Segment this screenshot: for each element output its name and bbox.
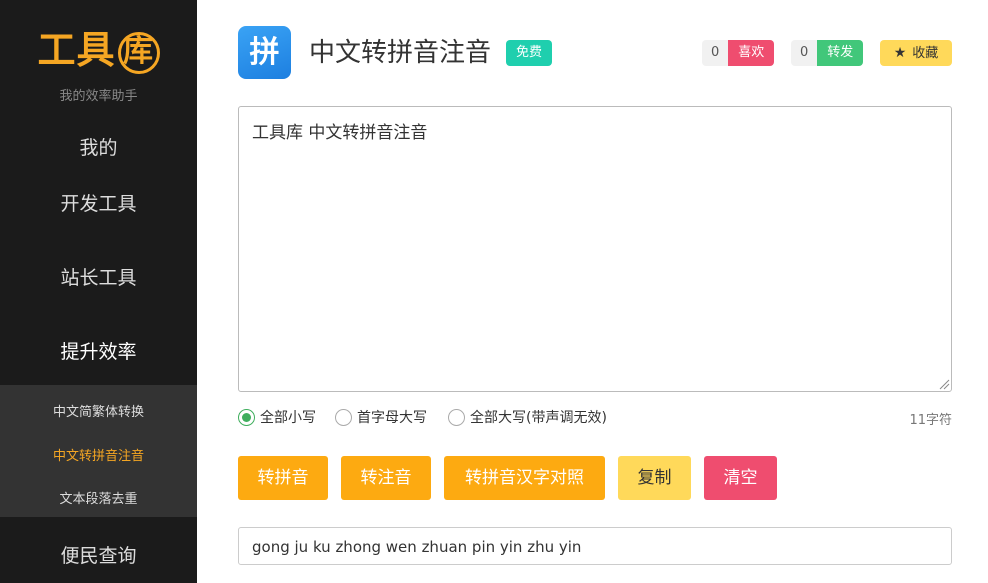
radio-all-lowercase[interactable]: 全部小写 [238,406,316,428]
slogan: 我的效率助手 [59,89,138,104]
like-label: 喜欢 [728,40,775,66]
favorite-button[interactable]: ★ 收藏 [880,40,952,66]
nav-item-dev-tools[interactable]: 开发工具 [0,189,197,216]
clear-button[interactable]: 清空 [704,456,777,500]
pinyin-output[interactable]: gong ju ku zhong wen zhuan pin yin zhu y… [238,527,952,565]
subnav-item-traditional-simplified[interactable]: 中文简繁体转换 [0,401,197,420]
to-pinyin-button[interactable]: 转拼音 [238,456,328,500]
subnav-item-dedupe[interactable]: 文本段落去重 [0,488,197,507]
share-button[interactable]: 0 转发 [791,40,864,66]
favorite-label: 收藏 [912,46,939,61]
radio-checked-icon[interactable] [238,408,255,426]
star-icon: ★ [893,45,907,61]
radio-unchecked-icon[interactable] [335,408,352,426]
nav-item-mine[interactable]: 我的 [0,133,197,160]
radio-label: 全部小写 [260,410,316,426]
nav-item-efficiency[interactable]: 提升效率 [0,337,197,364]
radio-unchecked-icon[interactable] [448,408,465,426]
chinese-input[interactable]: 工具库 中文转拼音注音 [238,106,952,392]
logo[interactable]: 工具库 [0,26,197,74]
app-root: 工具库 我的效率助手 我的 开发工具 站长工具 提升效率 中文简繁体转换 中文转… [0,0,988,583]
page-title: 中文转拼音注音 [309,38,492,68]
copy-button[interactable]: 复制 [618,456,691,500]
logo-circle-char: 库 [117,32,160,74]
share-count: 0 [791,40,818,66]
to-zhuyin-button[interactable]: 转注音 [341,456,431,500]
logo-text: 工具 [37,28,116,72]
nav-item-webmaster-tools[interactable]: 站长工具 [0,263,197,290]
subnav-item-pinyin-zhuyin[interactable]: 中文转拼音注音 [0,445,197,464]
share-label: 转发 [817,40,864,66]
radio-capitalize-first[interactable]: 首字母大写 [335,406,427,428]
pinyin-app-icon: 拼 [238,26,291,79]
radio-label: 首字母大写 [357,410,427,426]
nav-item-convenience[interactable]: 便民查询 [0,541,197,568]
like-count: 0 [702,40,729,66]
pinyin-compare-button[interactable]: 转拼音汉字对照 [444,456,605,500]
free-badge: 免费 [506,40,553,66]
radio-all-uppercase[interactable]: 全部大写(带声调无效) [448,406,607,428]
char-count: 11字符 [909,413,952,428]
radio-label: 全部大写(带声调无效) [470,410,607,426]
sidebar: 工具库 我的效率助手 我的 开发工具 站长工具 提升效率 中文简繁体转换 中文转… [0,0,197,583]
like-button[interactable]: 0 喜欢 [702,40,775,66]
subnav: 中文简繁体转换 中文转拼音注音 文本段落去重 [0,385,197,517]
